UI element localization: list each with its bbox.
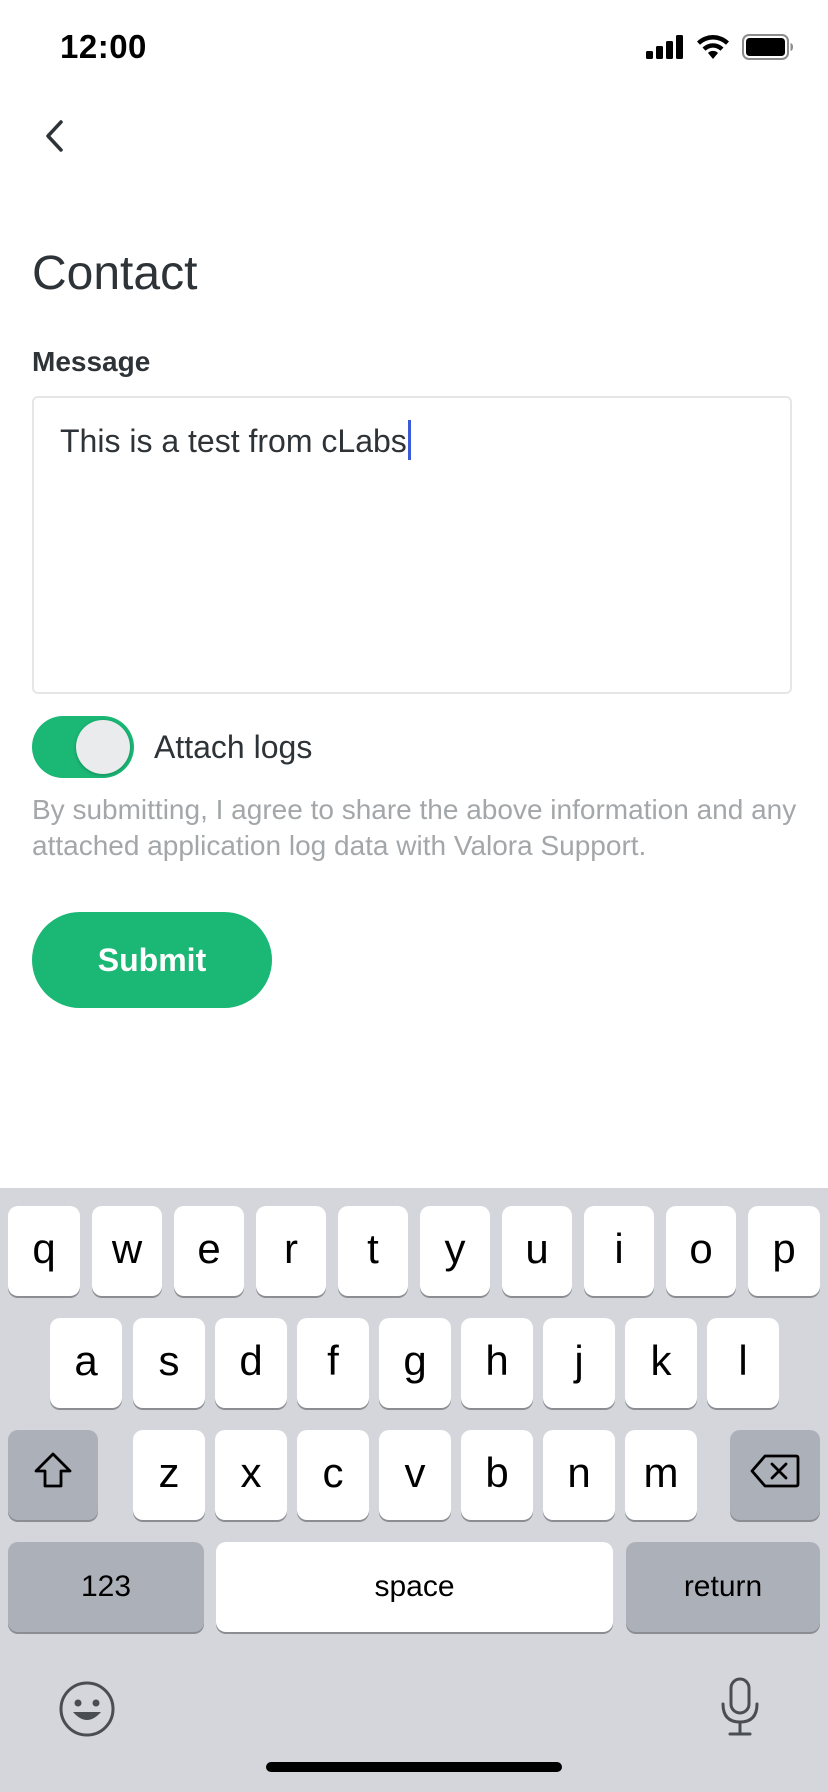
emoji-button[interactable] xyxy=(58,1680,116,1743)
key-w[interactable]: w xyxy=(92,1206,162,1296)
key-x[interactable]: x xyxy=(215,1430,287,1520)
keyboard-row-1: q w e r t y u i o p xyxy=(0,1206,828,1296)
delete-key[interactable] xyxy=(730,1430,820,1520)
key-v[interactable]: v xyxy=(379,1430,451,1520)
status-time: 12:00 xyxy=(60,28,147,65)
disclaimer-text: By submitting, I agree to share the abov… xyxy=(32,794,797,861)
key-g[interactable]: g xyxy=(379,1318,451,1408)
key-n[interactable]: n xyxy=(543,1430,615,1520)
numbers-key[interactable]: 123 xyxy=(8,1542,204,1632)
battery-icon xyxy=(742,34,794,65)
home-indicator xyxy=(266,1762,562,1772)
submit-button[interactable]: Submit xyxy=(32,912,272,1008)
key-j[interactable]: j xyxy=(543,1318,615,1408)
key-r[interactable]: r xyxy=(256,1206,326,1296)
key-q[interactable]: q xyxy=(8,1206,80,1296)
key-z[interactable]: z xyxy=(133,1430,205,1520)
key-s[interactable]: s xyxy=(133,1318,205,1408)
key-p[interactable]: p xyxy=(748,1206,820,1296)
key-e[interactable]: e xyxy=(174,1206,244,1296)
key-i[interactable]: i xyxy=(584,1206,654,1296)
key-f[interactable]: f xyxy=(297,1318,369,1408)
return-key[interactable]: return xyxy=(626,1542,820,1632)
key-b[interactable]: b xyxy=(461,1430,533,1520)
status-icons xyxy=(646,34,794,65)
key-u[interactable]: u xyxy=(502,1206,572,1296)
key-y[interactable]: y xyxy=(420,1206,490,1296)
wifi-icon xyxy=(696,34,730,65)
space-key[interactable]: space xyxy=(216,1542,613,1632)
key-t[interactable]: t xyxy=(338,1206,408,1296)
microphone-icon xyxy=(718,1677,762,1742)
keyboard-row-4: 123 space return xyxy=(0,1542,828,1632)
key-k[interactable]: k xyxy=(625,1318,697,1408)
key-o[interactable]: o xyxy=(666,1206,736,1296)
backspace-icon xyxy=(750,1451,800,1499)
page-title: Contact xyxy=(32,247,198,300)
attach-logs-label: Attach logs xyxy=(154,728,313,765)
attach-logs-row: Attach logs xyxy=(32,716,312,778)
key-a[interactable]: a xyxy=(50,1318,122,1408)
key-h[interactable]: h xyxy=(461,1318,533,1408)
attach-logs-toggle[interactable] xyxy=(32,716,134,778)
dictation-button[interactable] xyxy=(718,1676,762,1743)
text-caret xyxy=(407,420,411,460)
key-d[interactable]: d xyxy=(215,1318,287,1408)
chevron-left-icon xyxy=(42,118,66,159)
keyboard: q w e r t y u i o p a s d f g h j k l z … xyxy=(0,1188,828,1792)
status-bar: 12:00 xyxy=(0,0,828,100)
keyboard-row-2: a s d f g h j k l xyxy=(0,1318,828,1408)
keyboard-row-3: z x c v b n m xyxy=(0,1430,828,1520)
message-input[interactable]: This is a test from cLabs xyxy=(32,396,792,694)
message-label: Message xyxy=(32,346,151,377)
message-text: This is a test from cLabs xyxy=(60,423,407,459)
back-button[interactable] xyxy=(30,112,78,164)
emoji-icon xyxy=(58,1681,116,1742)
key-l[interactable]: l xyxy=(707,1318,779,1408)
key-c[interactable]: c xyxy=(297,1430,369,1520)
signal-icon xyxy=(646,35,684,64)
toggle-knob xyxy=(76,720,130,774)
key-m[interactable]: m xyxy=(625,1430,697,1520)
shift-key[interactable] xyxy=(8,1430,98,1520)
shift-icon xyxy=(33,1451,73,1499)
